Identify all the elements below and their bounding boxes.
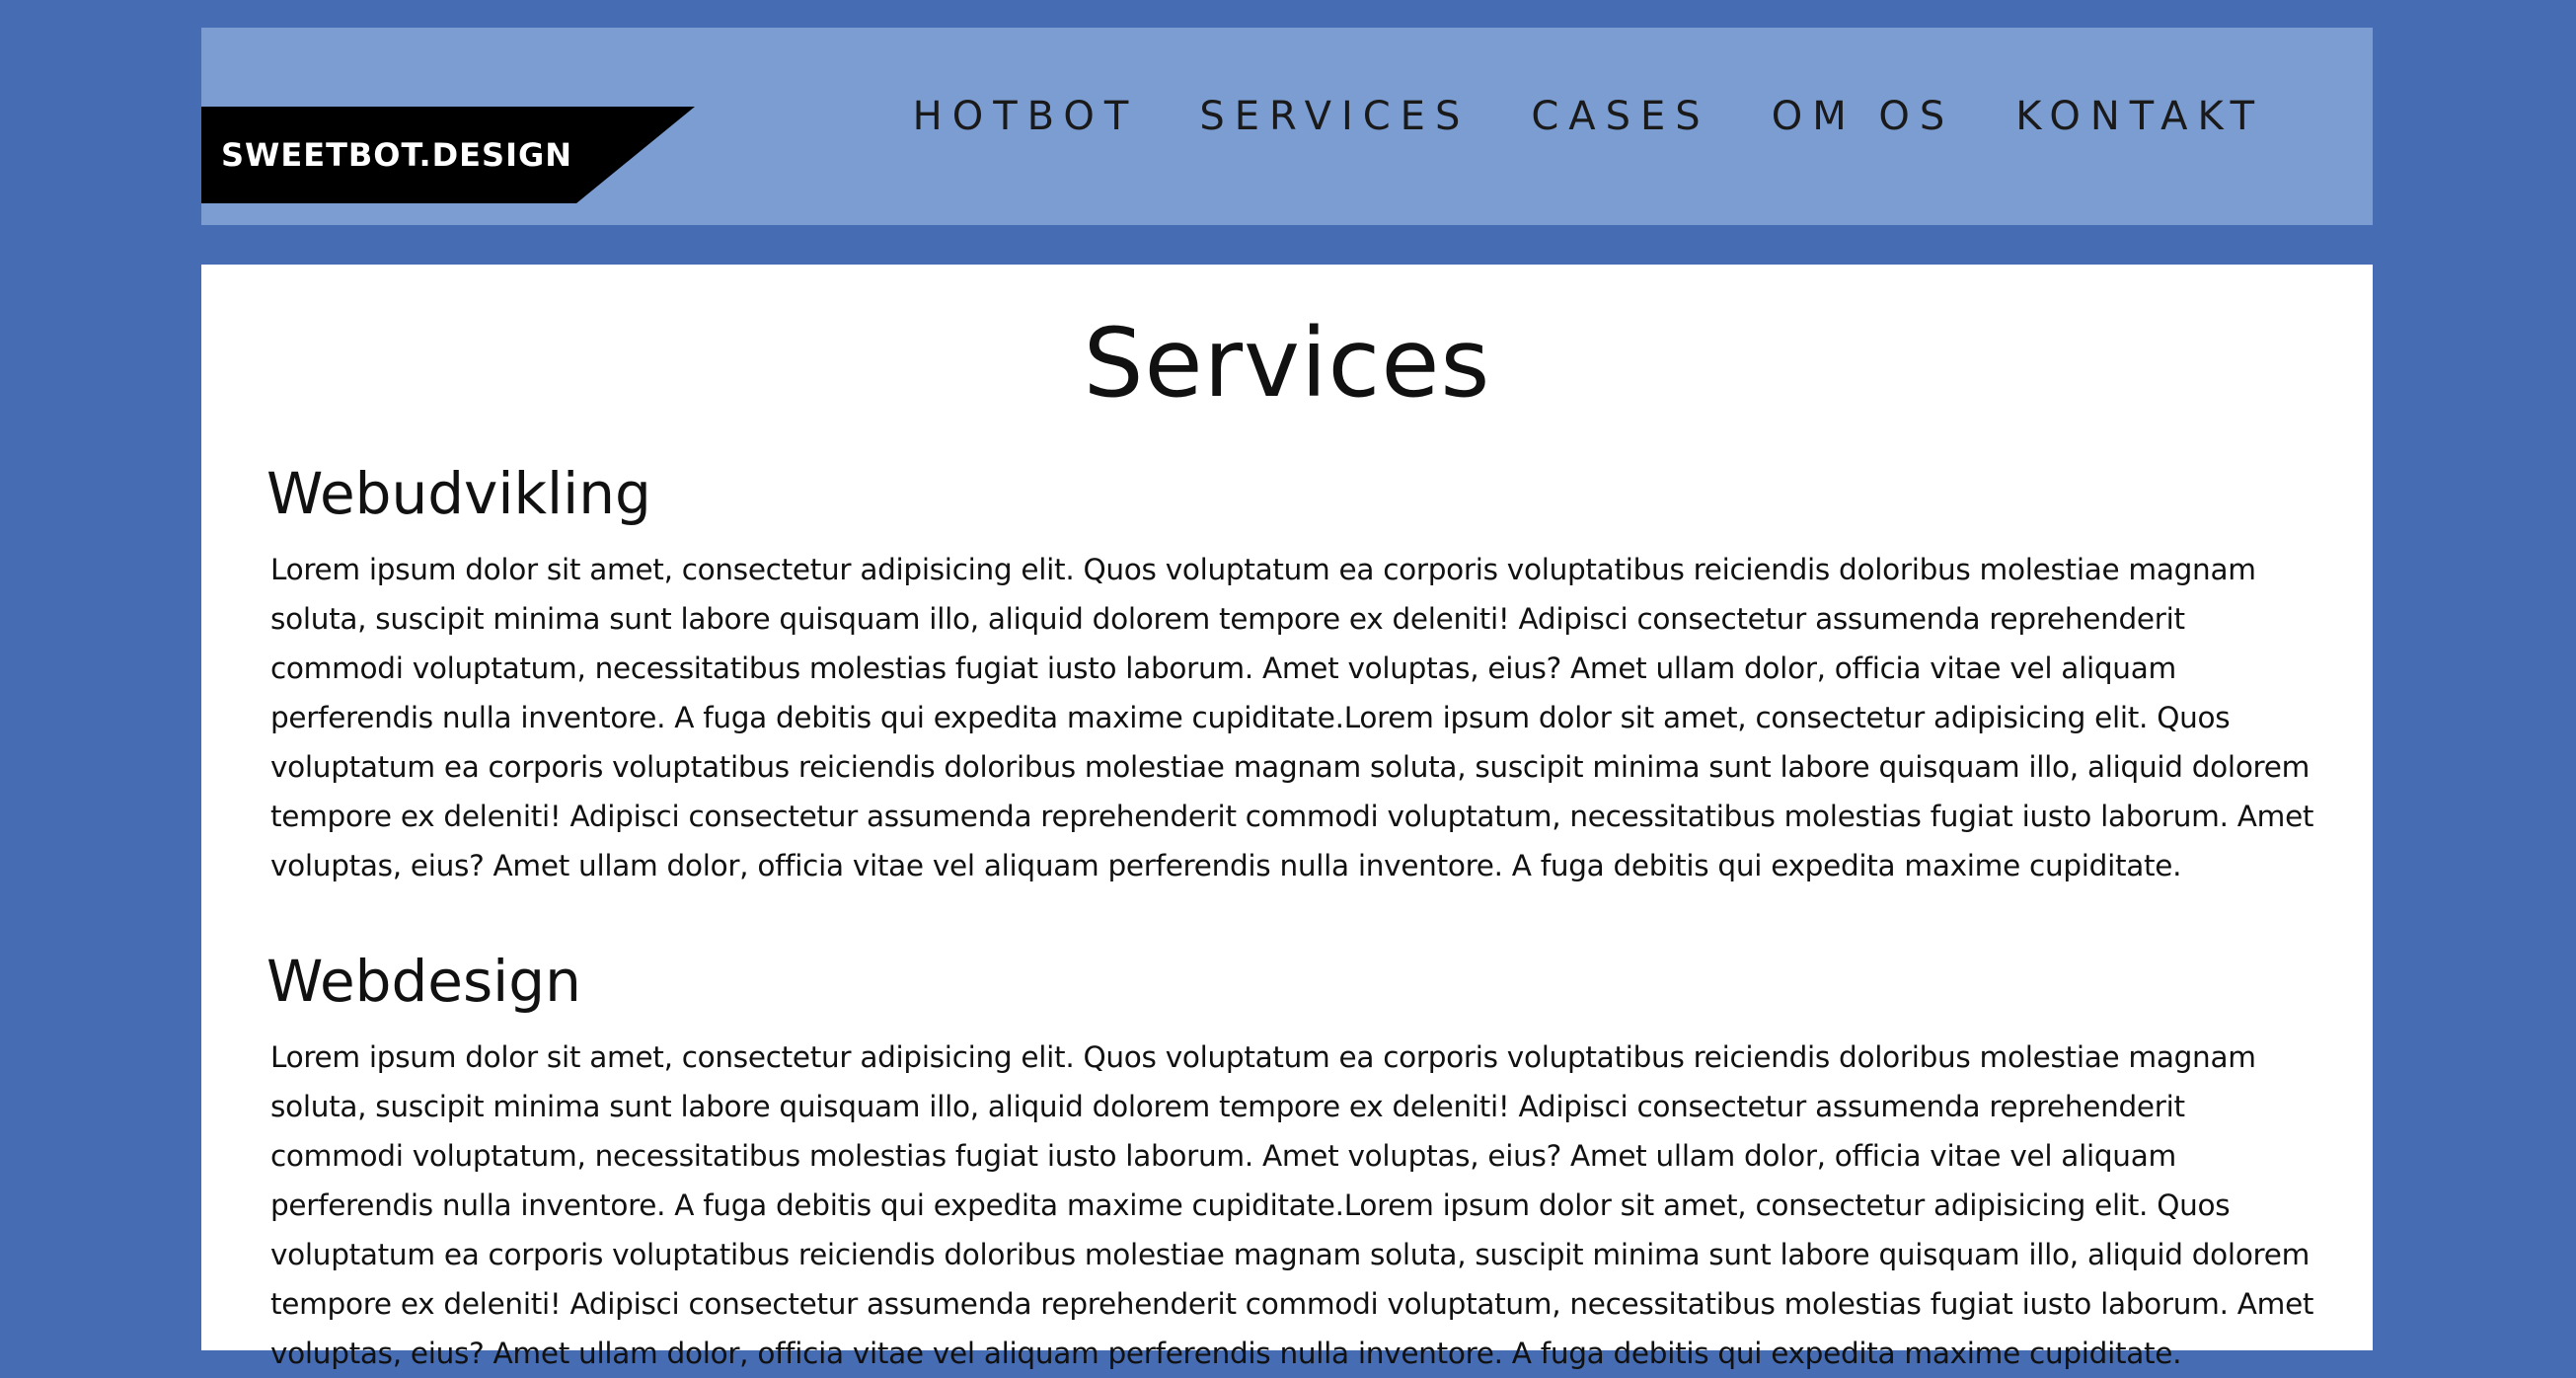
nav-item-services[interactable]: SERVICES [1199,89,1470,144]
nav-item-cases[interactable]: CASES [1531,89,1709,144]
service-section-webdesign: Webdesign Lorem ipsum dolor sit amet, co… [266,946,2315,1378]
service-section-webudvikling: Webudvikling Lorem ipsum dolor sit amet,… [266,458,2315,890]
logo[interactable]: SWEETBOT.DESIGN [201,107,695,203]
page-title: Services [1083,308,1491,419]
nav-item-hotbot[interactable]: HOTBOT [913,89,1139,144]
section-body: Lorem ipsum dolor sit amet, consectetur … [270,553,2314,882]
nav-item-kontakt[interactable]: KONTAKT [2015,89,2264,144]
section-heading: Webdesign [266,948,581,1015]
site-header: SWEETBOT.DESIGN HOTBOT SERVICES CASES OM… [201,28,2373,225]
section-heading: Webudvikling [266,460,651,527]
section-body: Lorem ipsum dolor sit amet, consectetur … [270,1040,2314,1370]
logo-text: SWEETBOT.DESIGN [221,136,573,174]
nav-item-om-os[interactable]: OM OS [1772,89,1955,144]
main-nav: HOTBOT SERVICES CASES OM OS KONTAKT [852,89,2264,144]
main-content: Services Webudvikling Lorem ipsum dolor … [201,265,2373,1370]
